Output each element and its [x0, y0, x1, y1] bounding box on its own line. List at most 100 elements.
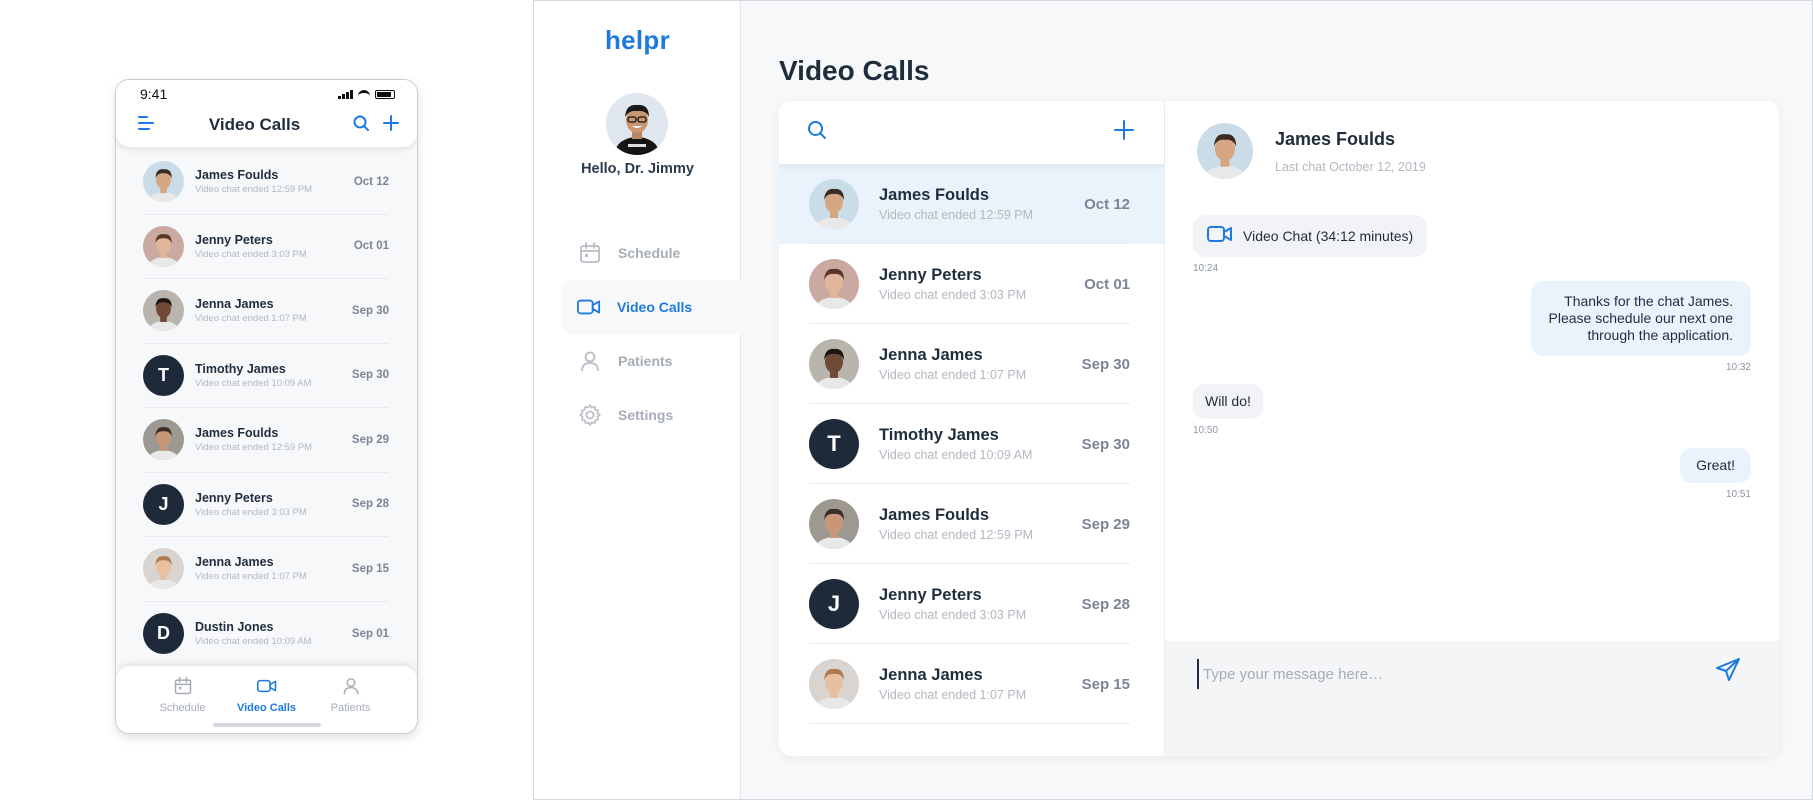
contact-name: Jenny Peters [879, 266, 982, 284]
contact-avatar[interactable]: T [143, 354, 184, 396]
call-date: Sep 01 [351, 627, 389, 640]
call-list-row[interactable]: T Timothy James Video chat ended 10:09 A… [779, 404, 1164, 484]
tab-label: Schedule [159, 702, 206, 714]
contact-name: Jenna James [879, 666, 983, 684]
call-date: Sep 30 [1081, 435, 1130, 453]
incoming-bubble: Will do! [1193, 384, 1263, 419]
call-date: Sep 15 [351, 562, 389, 575]
contact-avatar[interactable] [143, 548, 184, 590]
call-list-row[interactable]: J Jenny Peters Video chat ended 3:03 PM … [779, 564, 1164, 644]
call-status: Video chat ended 1:07 PM [195, 571, 307, 583]
mobile-mockup: 9:41 Video Calls James Foulds Video chat… [115, 79, 418, 734]
contact-avatar[interactable]: T [809, 419, 859, 469]
call-list-row[interactable]: Jenna James Video chat ended 1:07 PM Sep… [779, 324, 1164, 404]
mobile-call-row[interactable]: D Dustin Jones Video chat ended 10:09 AM… [143, 602, 389, 667]
video-camera-icon [577, 295, 601, 319]
call-list-row[interactable]: Jenna James Video chat ended 1:07 PM Sep… [779, 644, 1164, 724]
message-time: 10:50 [1193, 425, 1219, 436]
person-icon [341, 676, 361, 699]
message-time: 10:32 [1725, 362, 1751, 373]
message-call-log: Video Chat (34:12 minutes) 10:24 [1193, 215, 1428, 274]
profile-avatar[interactable] [606, 93, 668, 155]
message-time: 10:51 [1725, 489, 1751, 500]
gear-icon [578, 403, 602, 427]
call-list-row[interactable]: James Foulds Video chat ended 12:59 PM S… [779, 484, 1164, 564]
chat-header: James Foulds Last chat October 12, 2019 [1197, 123, 1426, 179]
call-date: Oct 01 [1084, 275, 1130, 293]
contact-name: Jenny Peters [195, 490, 273, 505]
search-icon[interactable] [353, 115, 369, 136]
message-composer: Type your message here… [1165, 641, 1779, 756]
contact-avatar[interactable] [143, 161, 184, 203]
message-outgoing: Great! 10:51 [1680, 448, 1751, 500]
contact-name: Timothy James [879, 426, 999, 444]
sidebar-nav: Schedule Video Calls Patients Settings [561, 226, 741, 442]
call-status: Video chat ended 1:07 PM [879, 368, 1027, 382]
brand-logo[interactable]: helpr [534, 25, 741, 56]
status-icons [338, 89, 395, 99]
contact-avatar[interactable] [809, 339, 859, 389]
call-status: Video chat ended 1:07 PM [879, 688, 1027, 702]
video-camera-icon [256, 676, 277, 699]
sidebar-item-patients[interactable]: Patients [562, 334, 741, 388]
mobile-call-row[interactable]: James Foulds Video chat ended 12:59 PM O… [143, 150, 389, 215]
call-date: Sep 28 [1081, 595, 1130, 613]
call-list: James Foulds Video chat ended 12:59 PM O… [779, 164, 1164, 724]
contact-avatar[interactable] [809, 499, 859, 549]
call-date: Oct 12 [1084, 195, 1130, 213]
contact-avatar[interactable]: D [143, 613, 184, 655]
message-incoming: Will do! 10:50 [1193, 384, 1263, 436]
chat-column: James Foulds Last chat October 12, 2019 … [1165, 101, 1779, 756]
chat-contact-avatar[interactable] [1197, 123, 1253, 179]
message-input[interactable]: Type your message here… [1197, 659, 1677, 689]
plus-icon[interactable] [383, 114, 399, 136]
contact-name: James Foulds [879, 186, 990, 204]
contact-name: Jenna James [195, 297, 274, 312]
last-chat-date: Last chat October 12, 2019 [1275, 159, 1426, 174]
contact-avatar[interactable]: J [143, 483, 184, 525]
mobile-tab-patients[interactable]: Patients [319, 676, 383, 733]
contact-avatar[interactable] [143, 290, 184, 332]
call-date: Oct 01 [353, 240, 389, 253]
call-info: Jenna James Video chat ended 1:07 PM [879, 666, 1082, 702]
menu-icon[interactable] [138, 115, 156, 135]
mobile-call-row[interactable]: Jenna James Video chat ended 1:07 PM Sep… [143, 537, 389, 602]
mobile-call-row[interactable]: Jenna James Video chat ended 1:07 PM Sep… [143, 279, 389, 344]
sidebar-item-schedule[interactable]: Schedule [562, 226, 741, 280]
message-outgoing: Thanks for the chat James. Please schedu… [1530, 281, 1751, 373]
mobile-call-row[interactable]: J Jenny Peters Video chat ended 3:03 PM … [143, 473, 389, 537]
contact-avatar[interactable] [143, 419, 184, 461]
contact-name: James Foulds [195, 426, 279, 441]
mobile-call-row[interactable]: James Foulds Video chat ended 12:59 PM S… [143, 408, 389, 473]
sidebar-item-label: Settings [618, 407, 674, 423]
contact-name: Jenna James [195, 555, 274, 570]
contact-name: Jenna James [879, 346, 983, 364]
mobile-call-row[interactable]: Jenny Peters Video chat ended 3:03 PM Oc… [143, 215, 389, 279]
message-time: 10:24 [1193, 263, 1219, 274]
call-list-row[interactable]: James Foulds Video chat ended 12:59 PM O… [779, 164, 1164, 244]
call-date: Oct 12 [353, 175, 389, 188]
contact-avatar[interactable]: J [809, 579, 859, 629]
sidebar-item-settings[interactable]: Settings [562, 388, 741, 442]
video-calls-panel: James Foulds Video chat ended 12:59 PM O… [779, 101, 1779, 756]
call-date: Sep 29 [1081, 515, 1130, 533]
call-list-row[interactable]: Jenny Peters Video chat ended 3:03 PM Oc… [779, 244, 1164, 324]
mobile-tab-schedule[interactable]: Schedule [151, 676, 215, 733]
contact-avatar[interactable] [809, 659, 859, 709]
call-status: Video chat ended 10:09 AM [879, 448, 1033, 462]
calendar-icon [173, 676, 193, 699]
call-status: Video chat ended 12:59 PM [879, 528, 1034, 542]
contact-avatar[interactable] [809, 179, 859, 229]
contact-avatar[interactable] [143, 225, 184, 267]
call-info: Jenna James Video chat ended 1:07 PM [879, 346, 1082, 382]
send-icon[interactable] [1715, 657, 1741, 688]
mobile-call-row[interactable]: T Timothy James Video chat ended 10:09 A… [143, 344, 389, 408]
sidebar-item-video-calls[interactable]: Video Calls [561, 280, 741, 334]
call-status: Video chat ended 3:03 PM [879, 608, 1027, 622]
search-icon[interactable] [807, 120, 827, 145]
call-info: Jenny Peters Video chat ended 3:03 PM [195, 233, 354, 260]
contact-avatar[interactable] [809, 259, 859, 309]
call-bubble-text: Video Chat (34:12 minutes) [1243, 227, 1414, 244]
call-date: Sep 28 [351, 498, 389, 511]
new-call-plus-icon[interactable] [1114, 120, 1134, 145]
